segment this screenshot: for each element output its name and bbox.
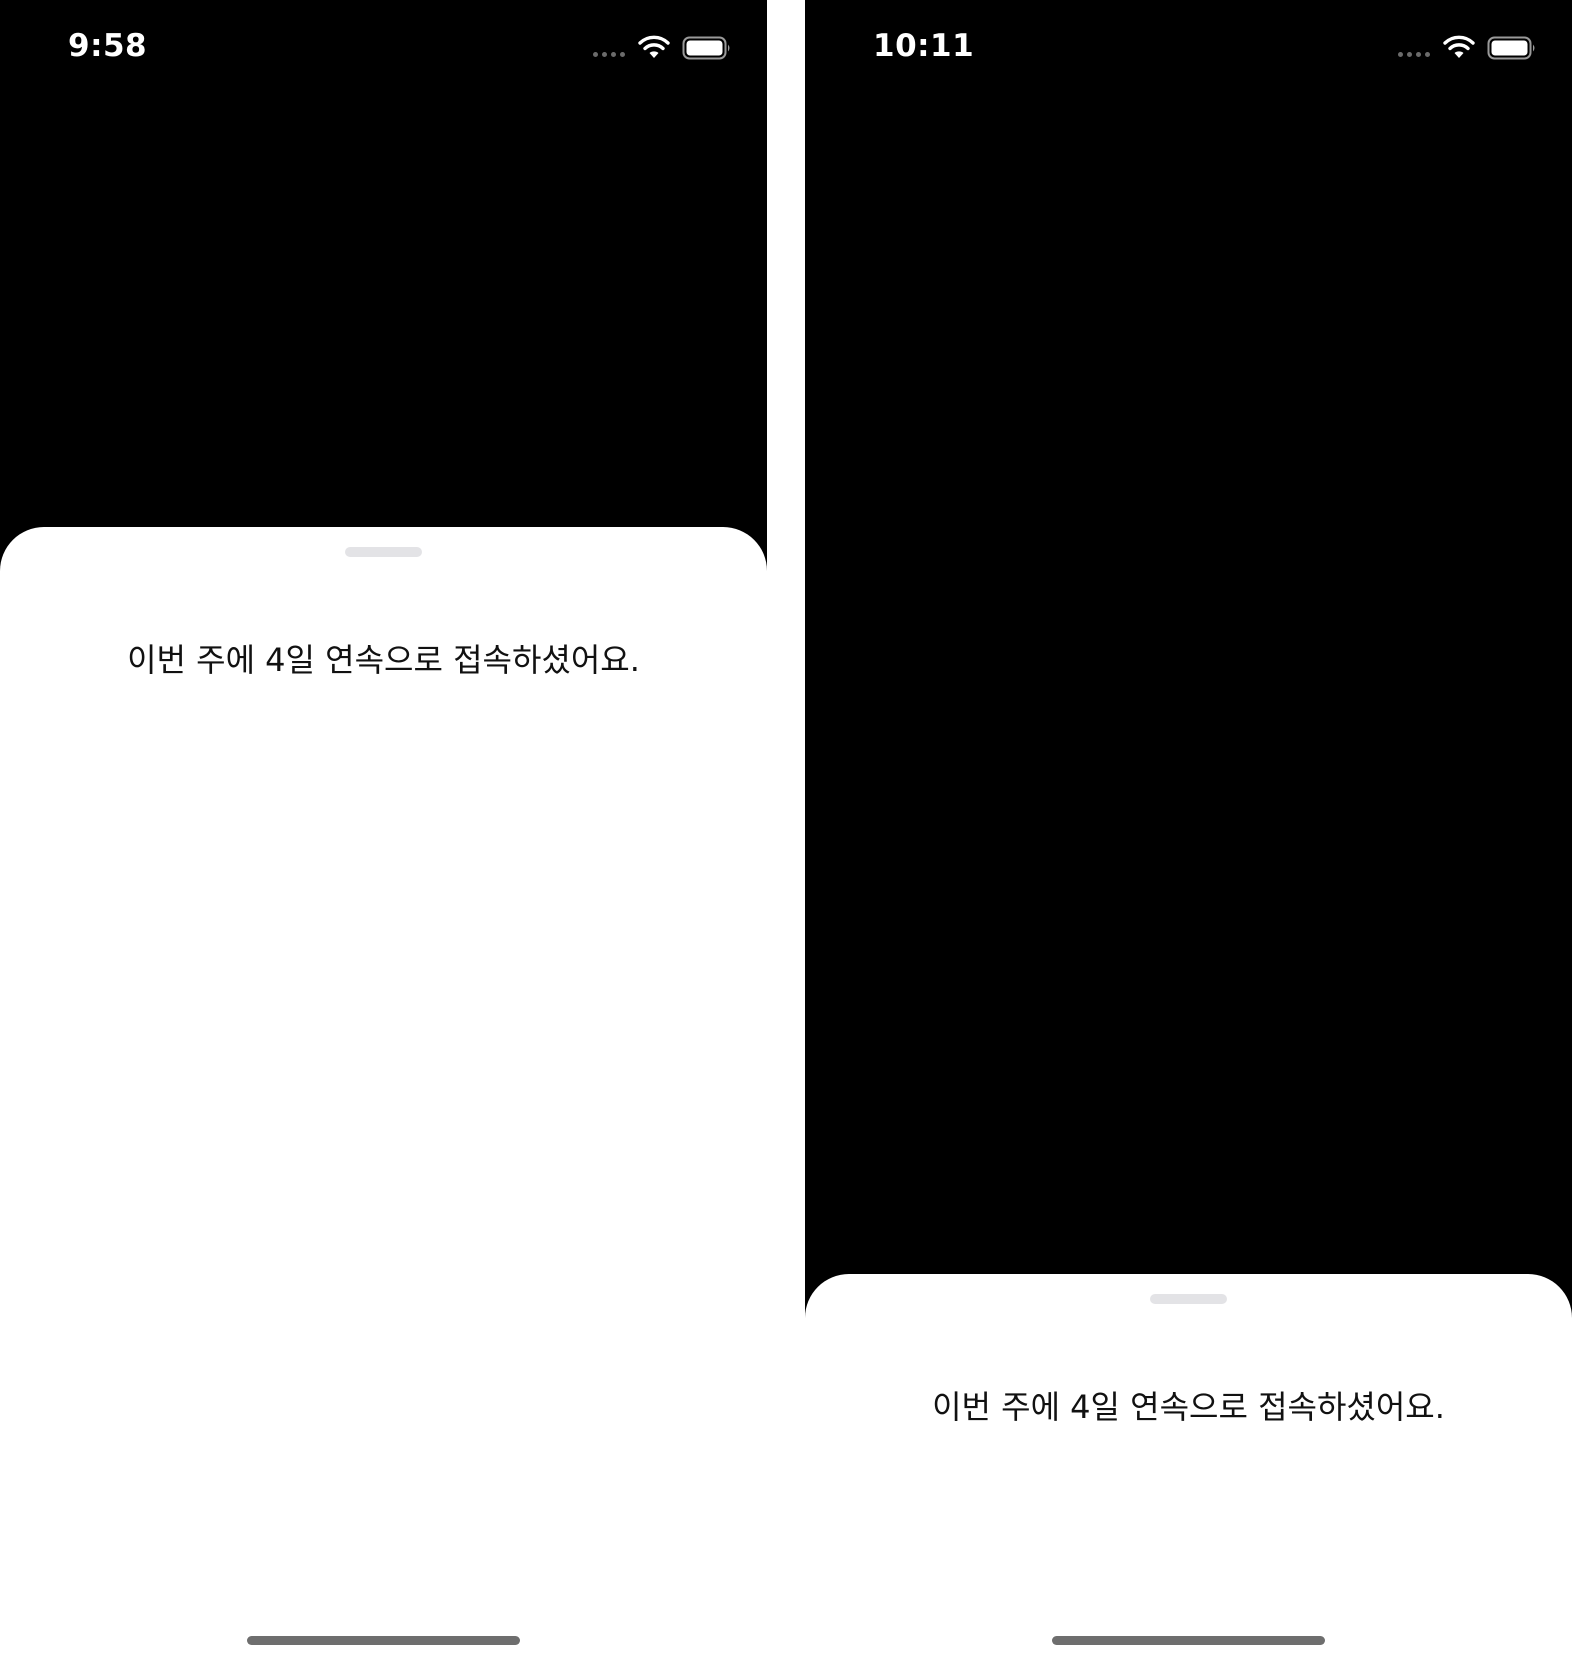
sheet-grabber-handle[interactable] xyxy=(345,547,422,557)
cellular-signal-icon xyxy=(593,52,629,58)
sheet-grabber-handle[interactable] xyxy=(1150,1294,1227,1304)
streak-message: 이번 주에 4일 연속으로 접속하셨어요. xyxy=(932,1388,1445,1426)
bottom-sheet[interactable]: 이번 주에 4일 연속으로 접속하셨어요. xyxy=(805,1274,1572,1659)
status-bar: 9:58 xyxy=(0,0,767,100)
status-time: 10:11 xyxy=(873,28,975,64)
phone-screen-left: 9:58 이번 주에 4일 연속으로 접속하셨어요. xyxy=(0,0,767,1659)
home-indicator[interactable] xyxy=(1052,1636,1325,1645)
home-indicator[interactable] xyxy=(247,1636,520,1645)
cellular-signal-icon xyxy=(1398,52,1434,58)
bottom-sheet[interactable]: 이번 주에 4일 연속으로 접속하셨어요. xyxy=(0,527,767,1659)
streak-message: 이번 주에 4일 연속으로 접속하셨어요. xyxy=(127,641,640,679)
wifi-icon xyxy=(1443,35,1475,58)
battery-icon xyxy=(682,36,730,60)
phone-screen-right: 10:11 이번 주에 4일 연속으로 접속하셨어요. xyxy=(805,0,1572,1659)
status-time: 9:58 xyxy=(68,28,148,64)
wifi-icon xyxy=(638,35,670,58)
battery-icon xyxy=(1487,36,1535,60)
status-bar: 10:11 xyxy=(805,0,1572,100)
